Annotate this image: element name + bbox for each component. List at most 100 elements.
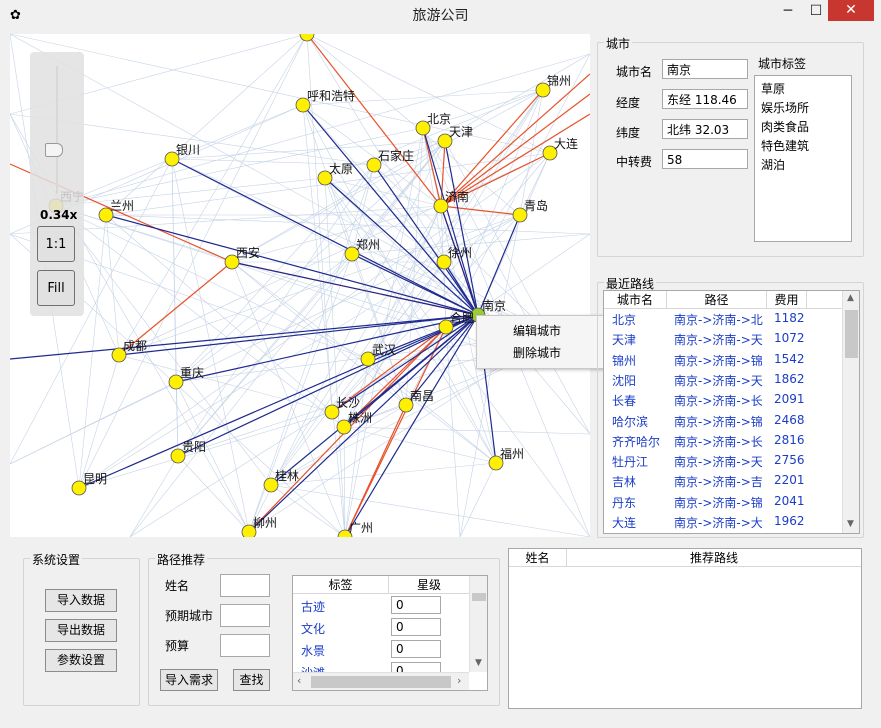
city-label: 兰州: [110, 199, 134, 213]
city-tag-item[interactable]: 湖泊: [761, 156, 785, 173]
route-city-cell[interactable]: 锦州: [612, 352, 667, 369]
tag-hscroll-thumb[interactable]: [311, 676, 451, 688]
route-city-cell[interactable]: 齐齐哈尔: [612, 433, 667, 450]
route-cost-cell[interactable]: 1962: [774, 514, 810, 528]
longitude-field[interactable]: 东经 118.46: [662, 89, 748, 109]
recommended-routes-table[interactable]: 姓名 推荐路线: [508, 548, 862, 709]
rec-budget-field[interactable]: [220, 634, 270, 657]
city-label: 桂林: [275, 468, 299, 483]
col-header-path[interactable]: 路径: [667, 291, 767, 309]
route-path-cell[interactable]: 南京->济南->锦: [674, 413, 766, 430]
rec-city-field[interactable]: [220, 604, 270, 627]
route-city-cell[interactable]: 北京: [612, 311, 667, 328]
city-name-field[interactable]: 南京: [662, 59, 748, 79]
route-cost-cell[interactable]: 2091: [774, 392, 810, 406]
route-city-cell[interactable]: 沈阳: [612, 372, 667, 389]
background-edge: [248, 253, 353, 533]
tag-star-input[interactable]: 0: [391, 640, 441, 658]
col-header-tag[interactable]: 标签: [293, 576, 389, 594]
route-cost-cell[interactable]: 2468: [774, 413, 810, 427]
tag-vscrollbar[interactable]: ▼: [469, 576, 487, 672]
scroll-down-icon[interactable]: ▼: [847, 519, 854, 529]
background-edge: [10, 214, 521, 465]
zoom-fill-button[interactable]: Fill: [37, 270, 75, 306]
col-header-city[interactable]: 城市名: [604, 291, 667, 309]
route-path-cell[interactable]: 南京->济南->大: [674, 514, 766, 531]
col-header-stars[interactable]: 星级: [389, 576, 469, 594]
scroll-up-icon[interactable]: ▲: [847, 293, 854, 303]
background-edge: [270, 484, 590, 537]
route-path-cell[interactable]: 南京->济南->天: [674, 372, 766, 389]
route-cost-cell[interactable]: 1862: [774, 372, 810, 386]
col-header-person[interactable]: 姓名: [509, 549, 567, 567]
search-button[interactable]: 查找: [233, 669, 270, 691]
route-cost-cell[interactable]: 1542: [774, 352, 810, 366]
route-path-cell[interactable]: 南京->济南->锦: [674, 352, 766, 369]
tag-scroll-left-icon[interactable]: ‹: [297, 674, 301, 687]
route-cost-cell[interactable]: 2816: [774, 433, 810, 447]
scroll-thumb[interactable]: [845, 310, 858, 358]
tag-name-cell: 文化: [301, 622, 326, 636]
param-settings-button[interactable]: 参数设置: [45, 649, 117, 672]
city-tag-item[interactable]: 娱乐场所: [761, 99, 809, 116]
route-cost-cell[interactable]: 1072: [774, 331, 810, 345]
rec-name-field[interactable]: [220, 574, 270, 597]
delete-city-menu-item[interactable]: 删除城市: [513, 344, 561, 361]
route-city-cell[interactable]: 天津: [612, 331, 667, 348]
transfer-fee-field[interactable]: 58: [662, 149, 748, 169]
route-path-cell[interactable]: 南京->济南->天: [674, 453, 766, 470]
close-icon[interactable]: ✕: [828, 0, 874, 21]
city-label: 北京: [427, 112, 451, 126]
zoom-slider-thumb[interactable]: [45, 143, 63, 157]
tag-scroll-down-icon[interactable]: ▼: [475, 658, 482, 668]
routes-scrollbar[interactable]: ▲ ▼: [842, 291, 859, 533]
col-header-recommended-route[interactable]: 推荐路线: [567, 549, 861, 567]
import-data-button[interactable]: 导入数据: [45, 589, 117, 612]
recent-routes-table[interactable]: 城市名 路径 费用 北京 南京->济南->北 1182 天津 南京->济南->天 1072…: [603, 290, 860, 534]
zoom-1to1-button[interactable]: 1:1: [37, 226, 75, 262]
city-tag-item[interactable]: 草原: [761, 80, 785, 97]
route-map[interactable]: 呼和浩特银川西宁兰州北京天津锦州大连太原石家庄济南青岛西安郑州徐州南京合肥上海成…: [10, 34, 590, 537]
tag-star-input[interactable]: 0: [391, 596, 441, 614]
background-edge: [78, 354, 120, 489]
city-label: 太原: [329, 161, 353, 176]
tag-rating-table[interactable]: 标签 星级 古迹0文化0水景0沙滩0 ▼ ‹ ›: [292, 575, 488, 691]
tag-scroll-thumb[interactable]: [472, 593, 486, 601]
transfer-fee-label: 中转费: [616, 155, 653, 169]
city-group-title: 城市: [604, 35, 633, 52]
route-cost-cell[interactable]: 2756: [774, 453, 810, 467]
city-tags-list[interactable]: 草原娱乐场所肉类食品特色建筑湖泊: [754, 75, 852, 242]
tag-hscrollbar[interactable]: ‹ ›: [293, 672, 469, 690]
city-tag-item[interactable]: 特色建筑: [761, 137, 809, 154]
route-cost-cell[interactable]: 2041: [774, 494, 810, 508]
route-cost-cell[interactable]: 1182: [774, 311, 810, 325]
col-header-cost[interactable]: 费用: [767, 291, 807, 309]
route-city-cell[interactable]: 长春: [612, 392, 667, 409]
route-city-cell[interactable]: 哈尔滨: [612, 413, 667, 430]
route-city-cell[interactable]: 吉林: [612, 473, 667, 490]
zoom-slider-track[interactable]: [56, 66, 58, 194]
route-path-cell[interactable]: 南京->济南->锦: [674, 494, 766, 511]
background-edge: [177, 455, 250, 533]
route-city-cell[interactable]: 大连: [612, 514, 667, 531]
city-label: 大连: [554, 136, 578, 151]
route-path-cell[interactable]: 南京->济南->北: [674, 311, 766, 328]
latitude-field[interactable]: 北纬 32.03: [662, 119, 748, 139]
route-path-cell[interactable]: 南京->济南->长: [674, 433, 766, 450]
import-requirement-button[interactable]: 导入需求: [160, 669, 218, 691]
route-city-cell[interactable]: 丹东: [612, 494, 667, 511]
route-cost-cell[interactable]: 2201: [774, 473, 810, 487]
zoom-level: 0.34x: [40, 208, 78, 222]
background-edge: [118, 354, 333, 413]
tag-scroll-right-icon[interactable]: ›: [457, 674, 461, 687]
route-city-cell[interactable]: 牡丹江: [612, 453, 667, 470]
map-canvas[interactable]: 呼和浩特银川西宁兰州北京天津锦州大连太原石家庄济南青岛西安郑州徐州南京合肥上海成…: [10, 34, 590, 537]
city-tag-item[interactable]: 肉类食品: [761, 118, 809, 135]
route-path-cell[interactable]: 南京->济南->吉: [674, 473, 766, 490]
route-path-cell[interactable]: 南京->济南->天: [674, 331, 766, 348]
export-data-button[interactable]: 导出数据: [45, 619, 117, 642]
route-path-cell[interactable]: 南京->济南->长: [674, 392, 766, 409]
city-label: 福州: [500, 446, 524, 461]
tag-star-input[interactable]: 0: [391, 618, 441, 636]
edit-city-menu-item[interactable]: 编辑城市: [513, 322, 561, 339]
